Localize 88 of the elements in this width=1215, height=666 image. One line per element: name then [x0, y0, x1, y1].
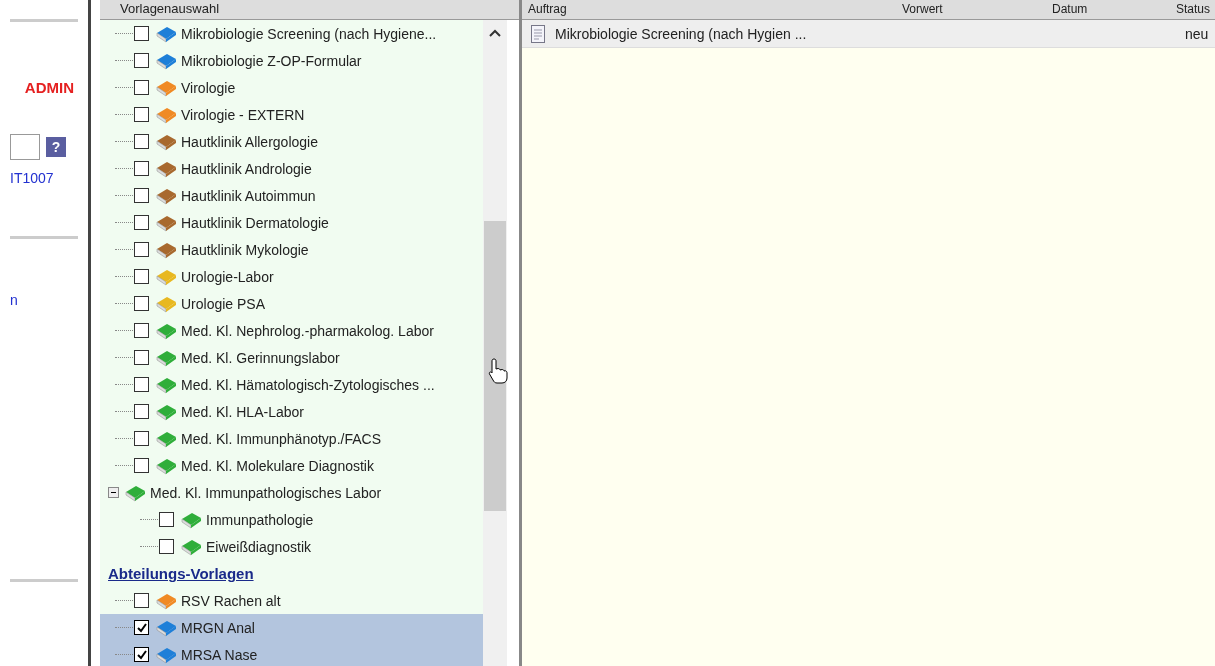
user-role-label: ADMIN [24, 79, 74, 96]
checkbox[interactable] [134, 161, 149, 176]
scroll-up-icon[interactable] [489, 29, 501, 37]
column-header: Status [1176, 1, 1211, 18]
tree-group-label: Med. Kl. Immunpathologisches Labor [150, 484, 382, 501]
tree-item[interactable]: MRSA Nase [100, 641, 483, 666]
checkbox[interactable] [134, 107, 149, 122]
tree-item[interactable]: Hautklinik Mykologie [100, 236, 483, 263]
tree-item-label: Med. Kl. Hämatologisch-Zytologisches ... [181, 376, 435, 393]
tree-item[interactable]: Urologie-Labor [100, 263, 483, 290]
order-row[interactable]: Mikrobiologie Screening (nach Hygien ... neu [522, 20, 1215, 48]
tree-item-label: Med. Kl. Immunphänotyp./FACS [181, 430, 381, 447]
tree-item[interactable]: Med. Kl. Molekulare Diagnostik [100, 452, 483, 479]
tree-item-label: Med. Kl. HLA-Labor [181, 403, 304, 420]
column-header: Vorwert [902, 1, 944, 18]
checkbox[interactable] [159, 539, 174, 554]
tree-item-label: Hautklinik Allergologie [181, 133, 318, 150]
scrollbar[interactable] [483, 20, 507, 666]
checkbox[interactable] [134, 647, 149, 662]
tree-item-label: Immunpathologie [206, 511, 314, 528]
tree-item[interactable]: Urologie PSA [100, 290, 483, 317]
tree-item-label: MRSA Nase [181, 646, 258, 663]
column-header: Vorlagenauswahl [100, 0, 519, 20]
column-header: Datum [1052, 1, 1089, 18]
checkbox[interactable] [134, 242, 149, 257]
tree-item[interactable]: Med. Kl. Gerinnungslabor [100, 344, 483, 371]
tree-item-label: Hautklinik Autoimmun [181, 187, 316, 204]
checkbox[interactable] [134, 350, 149, 365]
checkbox[interactable] [134, 377, 149, 392]
checkbox[interactable] [134, 269, 149, 284]
tree-item-label: Virologie [181, 79, 236, 96]
tree-item[interactable]: Hautklinik Allergologie [100, 128, 483, 155]
tree-item-label: MRGN Anal [181, 619, 255, 636]
order-status: neu [1185, 25, 1209, 42]
checkbox[interactable] [134, 53, 149, 68]
tree-item[interactable]: Med. Kl. HLA-Labor [100, 398, 483, 425]
tree-item[interactable]: Med. Kl. Hämatologisch-Zytologisches ... [100, 371, 483, 398]
tree-item[interactable]: Immunpathologie [100, 506, 483, 533]
tree-item-label: Med. Kl. Gerinnungslabor [181, 349, 340, 366]
tree-item-label: Mikrobiologie Screening (nach Hygiene... [181, 25, 437, 42]
hand-cursor-icon [488, 358, 508, 384]
tree-item[interactable]: Virologie [100, 74, 483, 101]
link[interactable]: n [10, 292, 88, 308]
checkbox[interactable] [134, 404, 149, 419]
tree-item-label: Hautklinik Dermatologie [181, 214, 329, 231]
tree-item[interactable]: Hautklinik Andrologie [100, 155, 483, 182]
tree-item[interactable]: MRGN Anal [100, 614, 483, 641]
tree-item-label: Med. Kl. Nephrolog.-pharmakolog. Labor [181, 322, 434, 339]
section-heading-link[interactable]: Abteilungs-Vorlagen [108, 565, 254, 582]
tree-item-label: Hautklinik Mykologie [181, 241, 309, 258]
scrollbar-thumb[interactable] [484, 221, 506, 511]
checkbox[interactable] [134, 431, 149, 446]
checkbox[interactable] [134, 593, 149, 608]
tree-item-label: Med. Kl. Molekulare Diagnostik [181, 457, 374, 474]
tree-item[interactable]: Mikrobiologie Screening (nach Hygiene... [100, 20, 483, 47]
tree-group[interactable]: Med. Kl. Immunpathologisches Labor [100, 479, 483, 506]
input-field[interactable] [10, 134, 40, 160]
checkbox[interactable] [159, 512, 174, 527]
tree-item[interactable]: Virologie - EXTERN [100, 101, 483, 128]
tree-item-label: Hautklinik Andrologie [181, 160, 312, 177]
tree-item[interactable]: Med. Kl. Nephrolog.-pharmakolog. Labor [100, 317, 483, 344]
tree-item[interactable]: Eiweißdiagnostik [100, 533, 483, 560]
tree-item[interactable]: Med. Kl. Immunphänotyp./FACS [100, 425, 483, 452]
checkbox[interactable] [134, 296, 149, 311]
tree-item[interactable]: Hautklinik Dermatologie [100, 209, 483, 236]
tree-item-label: Virologie - EXTERN [181, 106, 305, 123]
checkbox[interactable] [134, 323, 149, 338]
tree-item[interactable]: Mikrobiologie Z-OP-Formular [100, 47, 483, 74]
checkbox[interactable] [134, 188, 149, 203]
document-icon [531, 24, 545, 43]
checkbox[interactable] [134, 215, 149, 230]
help-button[interactable]: ? [46, 137, 66, 157]
user-link[interactable]: IT1007 [10, 170, 88, 186]
checkbox[interactable] [134, 26, 149, 41]
collapse-icon[interactable] [108, 487, 119, 498]
checkbox[interactable] [134, 134, 149, 149]
tree-item-label: Urologie-Labor [181, 268, 274, 285]
tree-item-label: Mikrobiologie Z-OP-Formular [181, 52, 362, 69]
tree-item[interactable]: RSV Rachen alt [100, 587, 483, 614]
tree-item[interactable]: Hautklinik Autoimmun [100, 182, 483, 209]
tree-item-label: Urologie PSA [181, 295, 266, 312]
column-header: Auftrag [528, 1, 568, 18]
tree-item-label: Eiweißdiagnostik [206, 538, 312, 555]
checkbox[interactable] [134, 458, 149, 473]
checkbox[interactable] [134, 80, 149, 95]
checkbox[interactable] [134, 620, 149, 635]
tree-item-label: RSV Rachen alt [181, 592, 281, 609]
order-name: Mikrobiologie Screening (nach Hygien ... [555, 25, 808, 42]
